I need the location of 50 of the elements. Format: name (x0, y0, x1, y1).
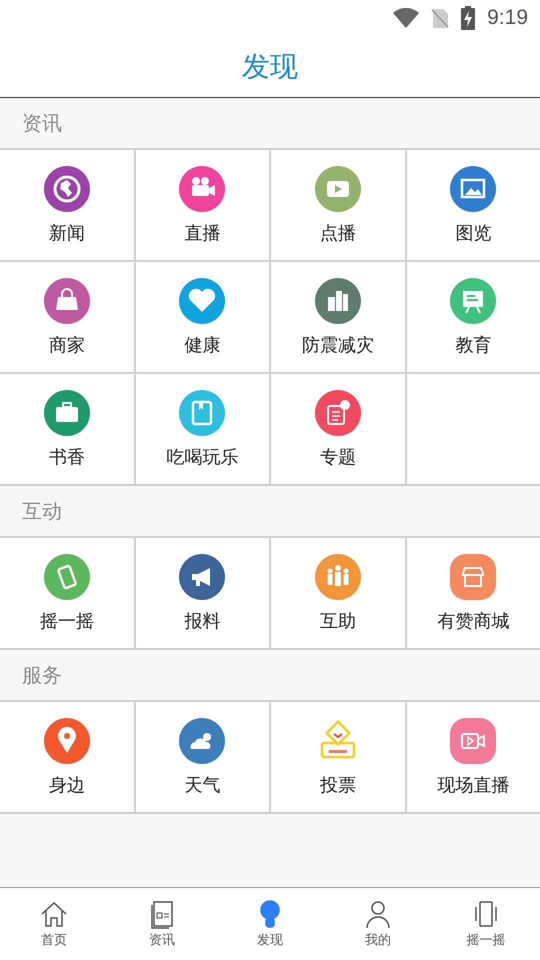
store-icon (449, 553, 498, 601)
feature-button[interactable]: 新闻 (0, 150, 134, 260)
feature-button[interactable]: 图览 (406, 150, 540, 260)
phone-icon (42, 553, 91, 601)
shopping-bag-icon (42, 277, 91, 325)
image-icon (449, 165, 498, 213)
nav-tab[interactable]: 资讯 (108, 888, 216, 960)
buildings-icon (314, 277, 362, 325)
feature-button[interactable]: 摇一摇 (0, 538, 134, 648)
book-icon (178, 389, 226, 437)
feature-button[interactable]: 报料 (136, 538, 269, 648)
feature-button[interactable]: 健康 (136, 262, 269, 372)
nav-tab[interactable]: 首页 (0, 888, 108, 960)
feature-button[interactable]: 点播 (271, 150, 404, 260)
location-pin-icon (42, 717, 91, 765)
feature-button[interactable]: 教育 (406, 262, 540, 372)
nav-tab[interactable]: 发现 (216, 888, 324, 960)
page-title: 发现 (242, 48, 298, 84)
nav-tab[interactable]: 摇一摇 (432, 888, 540, 960)
feature-button[interactable]: 直播 (136, 150, 269, 260)
feature-button[interactable]: 专题 (271, 374, 404, 484)
feature-button[interactable]: 吃喝玩乐 (136, 374, 269, 484)
status-time: 9:19 (487, 6, 528, 30)
nav-tab[interactable]: 我的 (324, 888, 432, 960)
video-icon (449, 717, 498, 765)
feature-button[interactable]: 书香 (0, 374, 134, 484)
suitcase-icon (42, 389, 91, 437)
presentation-board-icon (449, 277, 498, 325)
feature-button[interactable]: 有赞商城 (406, 538, 540, 648)
people-icon (314, 553, 362, 601)
cloud-sun-icon (178, 717, 226, 765)
feature-button[interactable]: 天气 (136, 702, 269, 812)
section-title: 资讯 (22, 110, 62, 136)
document-icon (314, 389, 362, 437)
feature-button[interactable]: 投票 (271, 702, 404, 812)
feature-button[interactable]: 现场直播 (406, 702, 540, 812)
home-icon (39, 899, 69, 929)
play-icon (314, 165, 362, 213)
video-camera-icon (178, 165, 226, 213)
no-sim-icon (431, 7, 450, 29)
feature-button[interactable]: 身边 (0, 702, 134, 812)
section-title: 服务 (22, 662, 62, 688)
wifi-icon (393, 8, 420, 28)
feature-button[interactable]: 商家 (0, 262, 134, 372)
megaphone-icon (178, 553, 226, 601)
globe-icon (42, 165, 91, 213)
feature-button[interactable]: 互助 (271, 538, 404, 648)
section-title: 互动 (22, 498, 62, 524)
feature-button[interactable]: 防震减灾 (271, 262, 404, 372)
battery-charging-icon (461, 6, 476, 30)
